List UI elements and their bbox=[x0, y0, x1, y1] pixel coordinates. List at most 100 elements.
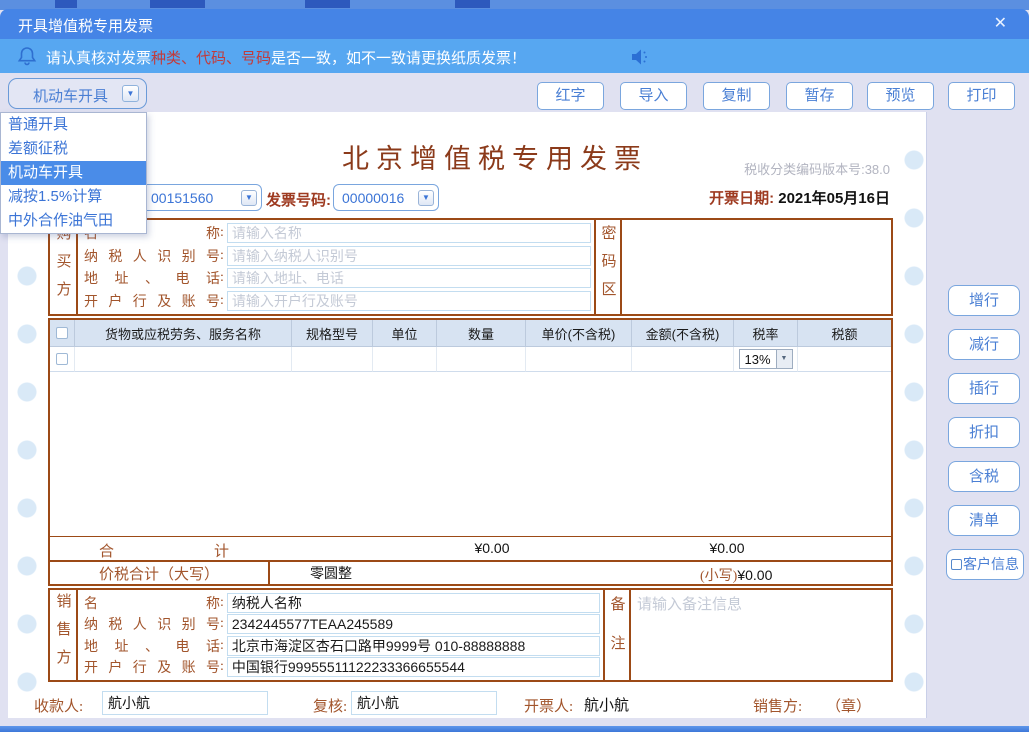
invoice-type-selector[interactable]: 机动车开具 ▼ bbox=[8, 78, 147, 109]
col-spec: 规格型号 bbox=[292, 320, 373, 347]
type-option-motor-vehicle[interactable]: 机动车开具 bbox=[1, 161, 146, 185]
dialog-titlebar: 开具增值税专用发票 ✕ bbox=[0, 9, 1029, 39]
seller-bank-row: 开户行及账号: bbox=[78, 657, 603, 679]
remove-row-button[interactable]: 减行 bbox=[948, 329, 1020, 360]
remark-label-cell: 备注 bbox=[605, 590, 631, 680]
item-spec-cell[interactable] bbox=[292, 347, 373, 372]
close-icon[interactable]: ✕ bbox=[988, 13, 1013, 33]
buyer-address-input[interactable] bbox=[226, 268, 591, 289]
item-tax-rate-cell: 13% ▼ bbox=[734, 347, 798, 372]
label-colon: : bbox=[220, 225, 224, 241]
type-option-normal[interactable]: 普通开具 bbox=[1, 113, 146, 137]
copy-button[interactable]: 复制 bbox=[703, 82, 770, 110]
label-colon: : bbox=[220, 270, 224, 286]
seller-address-input[interactable] bbox=[226, 635, 600, 656]
tax-rate-value: 13% bbox=[744, 352, 771, 367]
item-quantity-cell[interactable] bbox=[437, 347, 526, 372]
buyer-fields: 名称: 纳税人识别号: 地址、电话: 开户行及账号: bbox=[78, 220, 596, 314]
tax-included-button[interactable]: 含税 bbox=[948, 461, 1020, 492]
remark-input[interactable] bbox=[631, 590, 891, 680]
background-window-fragment bbox=[55, 0, 77, 8]
seller-name-input[interactable] bbox=[226, 592, 600, 613]
reviewer-label: 复核: bbox=[313, 699, 348, 715]
items-table-header: 货物或应税劳务、服务名称 规格型号 单位 数量 单价(不含税) 金额(不含税) … bbox=[50, 320, 891, 347]
invoice-number-value: 00000016 bbox=[342, 190, 405, 206]
item-unit-price-cell[interactable] bbox=[526, 347, 632, 372]
amount-in-words-value: 零圆整 bbox=[310, 565, 352, 581]
seller-taxid-label: 纳税人识别号 bbox=[84, 618, 220, 634]
item-tax-cell[interactable] bbox=[798, 347, 891, 372]
buyer-section: 购买方 名称: 纳税人识别号: 地址、电话: 开户行及账号: 密码区 bbox=[48, 218, 893, 316]
buyer-side-label: 购买方 bbox=[54, 225, 71, 309]
invoice-number-select[interactable]: 00000016 ▼ bbox=[333, 184, 439, 211]
buyer-bank-input[interactable] bbox=[226, 290, 591, 311]
amount-in-words-row: 价税合计（大写） 零圆整 (小写)¥0.00 bbox=[50, 560, 891, 584]
seller-taxid-input[interactable] bbox=[226, 614, 600, 635]
chevron-down-icon[interactable]: ▼ bbox=[122, 85, 139, 102]
preview-button[interactable]: 预览 bbox=[867, 82, 934, 110]
seller-bank-input[interactable] bbox=[226, 657, 600, 678]
notice-text: 是否一致，如不一致请更换纸质发票！ bbox=[271, 50, 527, 67]
row-checkbox[interactable] bbox=[56, 353, 68, 365]
seller-name-row: 名称: bbox=[78, 592, 603, 614]
import-button[interactable]: 导入 bbox=[620, 82, 687, 110]
list-button[interactable]: 清单 bbox=[948, 505, 1020, 536]
invoice-number-label: 发票号码: bbox=[266, 192, 331, 209]
buyer-bank-row: 开户行及账号: bbox=[78, 290, 594, 312]
drawer-value: 航小航 bbox=[584, 697, 630, 714]
notice-highlight: 种类、代码、号码 bbox=[151, 50, 272, 67]
chevron-down-icon[interactable]: ▼ bbox=[775, 350, 792, 368]
invoice-dialog: 开具增值税专用发票 ✕ 请认真核对发票种类、代码、号码是否一致，如不一致请更换纸… bbox=[0, 0, 1029, 732]
tax-rate-select[interactable]: 13% ▼ bbox=[738, 349, 793, 369]
col-item-name: 货物或应税劳务、服务名称 bbox=[75, 320, 292, 347]
select-all-checkbox[interactable] bbox=[56, 327, 68, 339]
col-quantity: 数量 bbox=[437, 320, 526, 347]
items-table: 货物或应税劳务、服务名称 规格型号 单位 数量 单价(不含税) 金额(不含税) … bbox=[48, 318, 893, 586]
discount-button[interactable]: 折扣 bbox=[948, 417, 1020, 448]
remark-area bbox=[631, 590, 891, 680]
red-letter-button[interactable]: 红字 bbox=[537, 82, 604, 110]
label-colon: : bbox=[220, 292, 224, 308]
background-window-fragment bbox=[455, 0, 490, 8]
tax-code-version-label: 税收分类编码版本号: bbox=[744, 162, 865, 177]
amount-in-figures-value: ¥0.00 bbox=[737, 567, 773, 583]
bell-icon bbox=[17, 47, 37, 66]
label-colon: : bbox=[220, 637, 224, 653]
add-row-button[interactable]: 增行 bbox=[948, 285, 1020, 316]
buyer-name-row: 名称: bbox=[78, 222, 594, 244]
item-amount-cell[interactable] bbox=[632, 347, 734, 372]
row-select-cell bbox=[50, 347, 75, 372]
buyer-taxid-row: 纳税人识别号: bbox=[78, 245, 594, 267]
seal-placeholder: （章） bbox=[826, 699, 872, 715]
type-option-differential[interactable]: 差额征税 bbox=[1, 137, 146, 161]
perforation-dots-right bbox=[904, 150, 924, 695]
panel-divider bbox=[926, 112, 927, 718]
customer-info-checkbox[interactable] bbox=[951, 559, 962, 570]
item-unit-cell[interactable] bbox=[373, 347, 437, 372]
col-unit: 单位 bbox=[373, 320, 437, 347]
seller-name-label: 名称 bbox=[84, 596, 220, 612]
chevron-down-icon[interactable]: ▼ bbox=[418, 190, 434, 206]
label-colon: : bbox=[220, 594, 224, 610]
drawer-label: 开票人: bbox=[524, 699, 574, 715]
save-draft-button[interactable]: 暂存 bbox=[786, 82, 853, 110]
buyer-name-input[interactable] bbox=[226, 223, 591, 244]
buyer-taxid-input[interactable] bbox=[226, 245, 591, 266]
col-unit-price: 单价(不含税) bbox=[526, 320, 632, 347]
speaker-icon[interactable] bbox=[628, 45, 652, 69]
print-button[interactable]: 打印 bbox=[948, 82, 1015, 110]
seller-address-label: 地址、电话 bbox=[84, 639, 220, 655]
chevron-down-icon[interactable]: ▼ bbox=[241, 190, 257, 206]
insert-row-button[interactable]: 插行 bbox=[948, 373, 1020, 404]
select-all-cell bbox=[50, 320, 75, 347]
reviewer-input[interactable] bbox=[351, 691, 497, 715]
payee-input[interactable] bbox=[102, 691, 268, 715]
col-amount: 金额(不含税) bbox=[632, 320, 734, 347]
customer-info-button[interactable]: 客户信息 bbox=[946, 549, 1024, 580]
invoice-date-value: 2021年05月16日 bbox=[778, 190, 890, 207]
type-option-reduced-rate[interactable]: 减按1.5%计算 bbox=[1, 185, 146, 209]
customer-info-label: 客户信息 bbox=[963, 556, 1019, 572]
invoice-date: 开票日期: 2021年05月16日 bbox=[640, 187, 890, 208]
type-option-oil-gas[interactable]: 中外合作油气田 bbox=[1, 209, 146, 233]
item-name-cell[interactable] bbox=[75, 347, 292, 372]
